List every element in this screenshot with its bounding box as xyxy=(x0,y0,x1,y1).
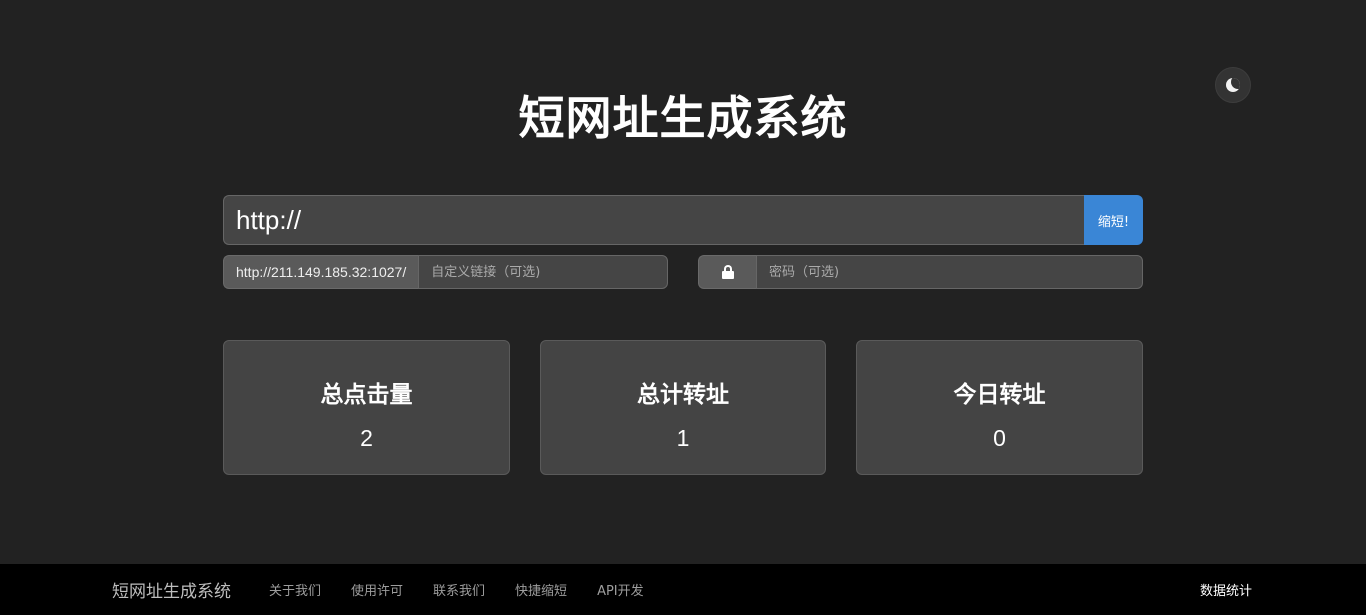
url-input[interactable] xyxy=(223,195,1084,245)
footer-brand[interactable]: 短网址生成系统 xyxy=(112,577,231,602)
lock-icon xyxy=(721,265,734,279)
stat-card-today-redirects: 今日转址 0 xyxy=(856,340,1143,475)
lock-addon xyxy=(698,255,756,289)
nav-statistics[interactable]: 数据统计 xyxy=(1200,580,1252,599)
footer-navbar: 短网址生成系统 关于我们 使用许可 联系我们 快捷缩短 API开发 数据统计 xyxy=(0,564,1366,615)
url-form: 缩短! xyxy=(223,195,1143,245)
nav-about[interactable]: 关于我们 xyxy=(269,580,321,599)
base-url-addon: http://211.149.185.32:1027/ xyxy=(223,255,419,289)
nav-contact[interactable]: 联系我们 xyxy=(433,580,485,599)
stat-card-total-redirects: 总计转址 1 xyxy=(540,340,826,475)
footer-nav: 关于我们 使用许可 联系我们 快捷缩短 API开发 xyxy=(269,580,644,599)
stat-card-total-clicks: 总点击量 2 xyxy=(223,340,510,475)
nav-api[interactable]: API开发 xyxy=(597,580,644,599)
stat-value: 2 xyxy=(360,425,373,451)
page-title: 短网址生成系统 xyxy=(518,91,848,145)
stat-value: 1 xyxy=(676,425,690,451)
password-input[interactable] xyxy=(756,255,1143,289)
nav-quick-shorten[interactable]: 快捷缩短 xyxy=(515,580,567,599)
stat-value: 0 xyxy=(993,425,1006,451)
custom-link-group: http://211.149.185.32:1027/ xyxy=(223,255,668,289)
nav-license[interactable]: 使用许可 xyxy=(351,580,403,599)
custom-link-input[interactable] xyxy=(418,255,668,289)
password-group xyxy=(698,255,1143,289)
stat-label: 总点击量 xyxy=(320,382,413,408)
shorten-button[interactable]: 缩短! xyxy=(1084,195,1143,245)
stat-label: 总计转址 xyxy=(637,382,729,408)
stat-label: 今日转址 xyxy=(953,382,1046,408)
